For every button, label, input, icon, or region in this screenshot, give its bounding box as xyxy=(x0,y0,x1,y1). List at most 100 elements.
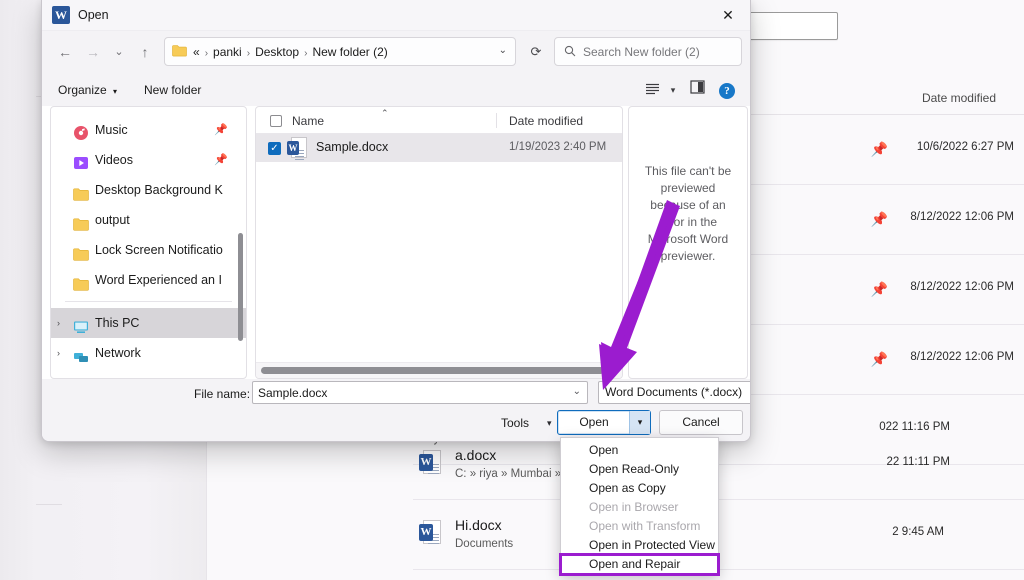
pin-icon[interactable]: 📌 xyxy=(871,141,888,158)
sidebar-item-word-experienced-an-error[interactable]: Word Experienced an I xyxy=(51,265,246,295)
chevron-down-icon[interactable]: ⌄ xyxy=(573,386,581,397)
word-document-icon: W xyxy=(419,520,445,550)
menu-item-open-read-only[interactable]: Open Read-Only xyxy=(561,460,718,479)
navigation-sidebar[interactable]: Music 📌 Videos 📌 xyxy=(50,106,247,379)
close-icon[interactable]: ✕ xyxy=(706,0,750,31)
chevron-right-icon[interactable]: › xyxy=(57,338,60,368)
menu-item-open-as-copy[interactable]: Open as Copy xyxy=(561,479,718,498)
preview-error-message: This file can't be previewed because of … xyxy=(637,163,739,265)
breadcrumb-prefix: « xyxy=(193,45,200,59)
chevron-right-icon[interactable]: › xyxy=(57,308,60,338)
videos-icon xyxy=(73,152,89,168)
dialog-body: Music 📌 Videos 📌 xyxy=(42,106,750,379)
select-all-checkbox[interactable] xyxy=(270,115,282,127)
organize-button[interactable]: Organize ▾ xyxy=(52,79,123,101)
sidebar-scrollbar[interactable] xyxy=(238,233,243,341)
chevron-down-icon: ▾ xyxy=(113,87,117,96)
breadcrumb[interactable]: «›panki›Desktop›New folder (2) ⌄ xyxy=(164,37,516,66)
open-split-button[interactable]: Open ▾ xyxy=(557,410,651,435)
row-date: 8/12/2022 12:06 PM xyxy=(910,211,1014,223)
dialog-title-bar: W Open ✕ xyxy=(42,0,750,31)
dialog-title: Open xyxy=(78,8,109,22)
background-column-date-modified: Date modified xyxy=(922,91,996,105)
search-icon xyxy=(564,45,576,60)
sidebar-item-network[interactable]: › Network xyxy=(51,338,246,368)
sidebar-item-desktop-background[interactable]: Desktop Background K xyxy=(51,175,246,205)
folder-icon xyxy=(73,212,89,228)
chevron-down-icon[interactable]: ▾ xyxy=(547,411,552,435)
recent-locations-button[interactable]: ⌄ xyxy=(106,39,132,65)
sidebar-item-label: Desktop Background K xyxy=(95,183,223,197)
open-dropdown-arrow-icon[interactable]: ▾ xyxy=(629,411,650,434)
sidebar-item-this-pc[interactable]: › This PC xyxy=(51,308,246,338)
folder-icon xyxy=(73,182,89,198)
sidebar-item-lock-screen-notification[interactable]: Lock Screen Notificatio xyxy=(51,235,246,265)
open-dropdown-menu[interactable]: Open Open Read-Only Open as Copy Open in… xyxy=(560,437,719,575)
preview-pane: This file can't be previewed because of … xyxy=(628,106,748,379)
file-type-combobox[interactable]: Word Documents (*.docx) ⌄ xyxy=(598,381,751,404)
folder-icon xyxy=(73,272,89,288)
file-name-combobox[interactable]: ⌄ xyxy=(252,381,588,404)
row-date: 8/12/2022 12:06 PM xyxy=(910,351,1014,363)
chevron-down-icon[interactable]: ⌄ xyxy=(499,45,507,56)
sidebar-item-label: Word Experienced an I xyxy=(95,273,222,287)
help-icon[interactable]: ? xyxy=(714,78,740,102)
breadcrumb-segment[interactable]: panki xyxy=(213,45,242,59)
row-name: Hi.docx xyxy=(455,517,502,533)
row-date: 2 9:45 AM xyxy=(892,526,944,538)
file-date-modified: 1/19/2023 2:40 PM xyxy=(509,141,606,153)
sidebar-item-label: Network xyxy=(95,346,141,360)
horizontal-scrollbar[interactable] xyxy=(256,362,622,378)
search-input[interactable] xyxy=(583,38,737,65)
preview-pane-icon[interactable] xyxy=(684,78,710,102)
horizontal-scrollbar-thumb[interactable] xyxy=(261,367,604,374)
pin-icon[interactable]: 📌 xyxy=(871,351,888,368)
this-pc-icon xyxy=(73,315,89,331)
refresh-icon[interactable]: ⟳ xyxy=(522,37,550,66)
file-list-row[interactable]: ✓ W Sample.docx 1/19/2023 2:40 PM Micros… xyxy=(256,134,622,162)
word-document-icon: W xyxy=(287,137,311,161)
breadcrumb-segment[interactable]: Desktop xyxy=(255,45,299,59)
row-path: C: » riya » Mumbai » L xyxy=(455,468,571,480)
up-button[interactable]: ↑ xyxy=(132,39,158,65)
sidebar-item-output[interactable]: output xyxy=(51,205,246,235)
background-left-rail xyxy=(0,0,36,580)
sidebar-divider xyxy=(65,301,232,302)
file-name: Sample.docx xyxy=(316,140,388,154)
menu-item-open-with-transform: Open with Transform xyxy=(561,517,718,536)
folder-icon xyxy=(172,45,187,57)
row-date: 10/6/2022 6:27 PM xyxy=(917,141,1014,153)
open-button[interactable]: Open xyxy=(558,411,630,434)
row-name: a.docx xyxy=(455,447,496,463)
tools-button[interactable]: Tools xyxy=(497,411,533,435)
dialog-command-bar: Organize ▾ New folder ▾ ? xyxy=(42,73,750,106)
pin-icon[interactable]: 📌 xyxy=(214,145,228,175)
column-divider[interactable] xyxy=(496,113,497,128)
sidebar-item-music[interactable]: Music 📌 xyxy=(51,115,246,145)
menu-item-open-and-repair[interactable]: Open and Repair xyxy=(561,555,718,574)
back-button[interactable]: ← xyxy=(52,39,78,65)
music-icon xyxy=(73,122,89,138)
pin-icon[interactable]: 📌 xyxy=(214,115,228,145)
column-header-name[interactable]: Name xyxy=(292,114,324,128)
dialog-navigation-bar: ← → ⌄ ↑ «›panki›Desktop›New folder (2) ⌄… xyxy=(42,31,750,73)
chevron-down-icon[interactable]: ▾ xyxy=(666,83,680,97)
view-options-icon[interactable] xyxy=(639,78,665,102)
menu-item-open-in-protected-view[interactable]: Open in Protected View xyxy=(561,536,718,555)
search-box[interactable] xyxy=(554,37,742,66)
pin-icon[interactable]: 📌 xyxy=(871,281,888,298)
cancel-button[interactable]: Cancel xyxy=(659,410,743,435)
word-document-icon: W xyxy=(419,450,445,480)
column-header-date-modified[interactable]: Date modified xyxy=(509,114,583,128)
breadcrumb-segment[interactable]: New folder (2) xyxy=(312,45,387,59)
new-folder-button[interactable]: New folder xyxy=(138,79,207,101)
pin-icon[interactable]: 📌 xyxy=(871,211,888,228)
row-path: Documents xyxy=(455,538,513,550)
background-search-box[interactable] xyxy=(742,12,838,40)
row-checkbox[interactable]: ✓ xyxy=(268,142,281,155)
forward-button[interactable]: → xyxy=(80,39,106,65)
menu-item-open[interactable]: Open xyxy=(561,441,718,460)
file-name-label: File name: xyxy=(194,387,250,401)
sidebar-item-videos[interactable]: Videos 📌 xyxy=(51,145,246,175)
file-name-input[interactable] xyxy=(258,382,567,403)
